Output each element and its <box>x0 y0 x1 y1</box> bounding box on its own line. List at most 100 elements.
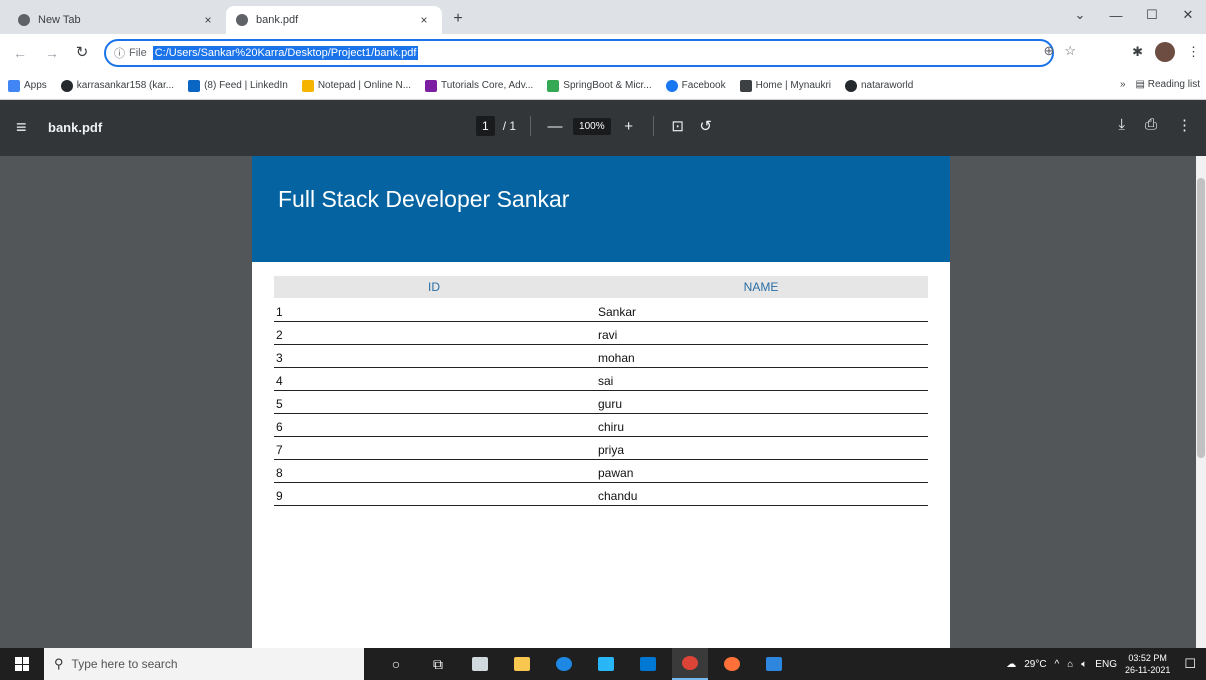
globe-icon <box>18 14 30 26</box>
page-total: / 1 <box>502 119 517 133</box>
extensions-puzzle-icon[interactable]: ✱ <box>1132 44 1143 60</box>
tab-title: bank.pdf <box>256 14 299 26</box>
tab-close-icon[interactable]: × <box>200 13 216 27</box>
cell-name: chiru <box>594 413 928 437</box>
share-icon[interactable]: ⊕ <box>1043 43 1054 59</box>
tab-close-icon[interactable]: × <box>416 13 432 27</box>
cell-name: sai <box>594 367 928 391</box>
notification-icon[interactable]: ☐ <box>1184 656 1196 672</box>
apps-grid-icon <box>8 79 20 92</box>
tab-new-tab[interactable]: New Tab × <box>8 6 226 34</box>
fit-page-icon[interactable]: ⊡ <box>668 117 688 135</box>
mail-icon[interactable] <box>630 648 666 680</box>
cell-id: 1 <box>274 298 594 322</box>
bookmark-label: karrasankar158 (kar... <box>76 80 175 91</box>
task-view-icon[interactable]: ⧉ <box>420 648 456 680</box>
address-bar[interactable]: ⓘ File C:/Users/Sankar%20Karra/Desktop/P… <box>104 39 1054 67</box>
cell-name: mohan <box>594 344 928 368</box>
page-banner: Full Stack Developer Sankar <box>252 156 950 262</box>
bookmark-github[interactable]: karrasankar158 (kar... <box>60 79 175 92</box>
vertical-scrollbar[interactable] <box>1196 156 1206 648</box>
pdf-viewer-toolbar: ≡ bank.pdf 1 / 1 — 100% + ⊡ ↺ ⤓ ⎙ ⋮ <box>0 100 1206 156</box>
cortana-icon[interactable]: ○ <box>378 648 414 680</box>
hamburger-menu-icon[interactable]: ≡ <box>16 118 27 136</box>
table-header-row: ID NAME <box>274 276 928 298</box>
firefox-icon[interactable] <box>714 648 750 680</box>
divider <box>530 116 532 136</box>
chrome-icon[interactable] <box>672 648 708 680</box>
clock[interactable]: 03:52 PM 26-11-2021 <box>1125 652 1170 676</box>
show-hidden-icons-icon[interactable]: ^ <box>1055 659 1060 670</box>
zoom-out-button[interactable]: — <box>545 118 565 135</box>
start-button[interactable] <box>0 648 44 680</box>
close-window-button[interactable]: ✕ <box>1170 0 1206 30</box>
table-row: 5 guru <box>274 390 928 414</box>
pdf-actions: ⤓ ⎙ ⋮ <box>1118 116 1192 134</box>
network-icon[interactable]: ⌂ <box>1067 659 1073 670</box>
mynaukri-icon <box>739 79 752 92</box>
bookmarks-overflow-icon[interactable]: » <box>1120 79 1126 90</box>
new-tab-button[interactable]: + <box>448 10 468 30</box>
language-indicator[interactable]: ENG <box>1095 659 1117 670</box>
tab-bank-pdf[interactable]: bank.pdf × <box>226 6 442 34</box>
table-row: 9 chandu <box>274 482 928 506</box>
bookmark-notepad[interactable]: Notepad | Online N... <box>301 79 412 92</box>
table-row: 3 mohan <box>274 344 928 368</box>
more-options-icon[interactable]: ⋮ <box>1177 116 1192 134</box>
zoom-in-button[interactable]: + <box>619 118 639 135</box>
bookmark-label: Notepad | Online N... <box>317 80 412 91</box>
maximize-button[interactable]: ☐ <box>1134 0 1170 30</box>
cell-id: 6 <box>274 413 594 437</box>
reading-list-button[interactable]: ▤ Reading list <box>1136 79 1201 90</box>
bookmark-apps[interactable]: Apps <box>8 79 47 92</box>
forward-arrow-icon[interactable]: → <box>42 43 62 63</box>
pdf-page: Full Stack Developer Sankar ID NAME 1 San… <box>252 156 950 648</box>
bookmark-tutorials[interactable]: Tutorials Core, Adv... <box>425 79 533 92</box>
weather-cloud-icon[interactable]: ☁ <box>1006 659 1016 670</box>
bookmark-star-icon[interactable]: ☆ <box>1064 43 1076 59</box>
weather-temperature[interactable]: 29°C <box>1024 659 1046 670</box>
vscode-icon[interactable] <box>756 648 792 680</box>
cell-name: Sankar <box>594 298 928 322</box>
clock-date: 26-11-2021 <box>1124 665 1171 675</box>
bookmark-facebook[interactable]: Facebook <box>665 79 726 92</box>
search-icon: ⚲ <box>54 656 64 671</box>
cell-id: 7 <box>274 436 594 460</box>
pdf-file-name: bank.pdf <box>48 120 103 135</box>
zoom-level-input[interactable]: 100% <box>573 117 611 135</box>
menu-kebab-icon[interactable]: ⋮ <box>1187 44 1200 60</box>
tab-title: New Tab <box>38 14 81 26</box>
minimize-button[interactable]: — <box>1098 0 1134 30</box>
bookmark-linkedin[interactable]: (8) Feed | LinkedIn <box>188 79 288 92</box>
download-icon[interactable]: ⤓ <box>1118 116 1125 134</box>
rotate-icon[interactable]: ↺ <box>696 117 716 135</box>
tab-search-icon[interactable]: ⌄ <box>1062 0 1098 30</box>
reload-icon[interactable]: ↻ <box>72 43 92 63</box>
tutorials-icon <box>425 79 438 92</box>
back-arrow-icon[interactable]: ← <box>10 43 30 63</box>
windows-taskbar: ⚲ Type here to search ○ ⧉ ☁ 29°C ^ ⌂ 🔈︎ … <box>0 648 1206 680</box>
pdf-viewport: Full Stack Developer Sankar ID NAME 1 San… <box>0 156 1206 648</box>
page-number-input[interactable]: 1 <box>476 116 495 136</box>
bookmark-nataraworld[interactable]: nataraworld <box>845 79 913 92</box>
url-text[interactable]: C:/Users/Sankar%20Karra/Desktop/Project1… <box>152 46 419 60</box>
taskbar-search-box[interactable]: ⚲ Type here to search <box>44 648 364 680</box>
extensions-area: ✱ ⋮ <box>1132 42 1200 62</box>
volume-icon[interactable]: 🔈︎ <box>1081 659 1087 670</box>
store-icon[interactable] <box>588 648 624 680</box>
url-scheme: File <box>129 47 147 59</box>
bookmarks-right: » ▤ Reading list <box>1120 79 1200 90</box>
cell-id: 9 <box>274 482 594 506</box>
terminal-icon[interactable] <box>462 648 498 680</box>
edge-icon[interactable] <box>546 648 582 680</box>
profile-avatar[interactable] <box>1155 42 1175 62</box>
file-explorer-icon[interactable] <box>504 648 540 680</box>
info-icon[interactable]: ⓘ <box>114 45 125 61</box>
bookmark-springboot[interactable]: SpringBoot & Micr... <box>547 79 652 92</box>
scrollbar-thumb[interactable] <box>1197 178 1205 458</box>
linkedin-icon <box>188 79 201 92</box>
print-icon[interactable]: ⎙ <box>1145 116 1157 134</box>
column-header-id: ID <box>274 276 594 298</box>
bookmark-mynaukri[interactable]: Home | Mynaukri <box>739 79 831 92</box>
column-header-name: NAME <box>594 276 928 298</box>
